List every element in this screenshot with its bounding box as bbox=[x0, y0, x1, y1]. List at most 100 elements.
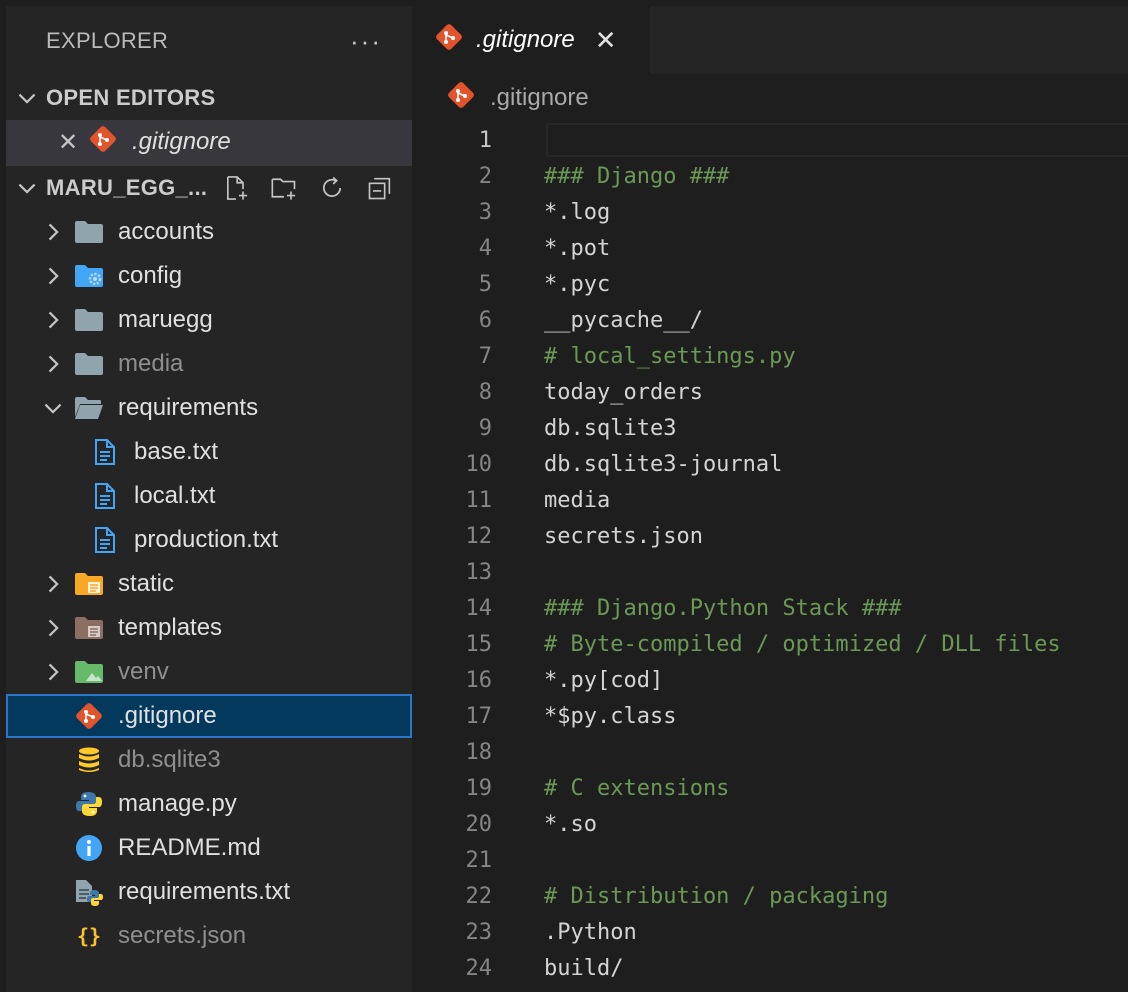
code-line[interactable]: 17 *$py.class bbox=[412, 698, 1128, 734]
tree-item-label: requirements.txt bbox=[118, 878, 291, 905]
chevron-down-icon[interactable] bbox=[42, 397, 64, 419]
chevron-right-icon[interactable] bbox=[42, 309, 64, 331]
current-line-highlight bbox=[546, 123, 1128, 157]
code-line[interactable]: 19 # C extensions bbox=[412, 770, 1128, 806]
chevron-down-icon bbox=[16, 76, 46, 120]
tree-folder-venv[interactable]: venv bbox=[6, 650, 412, 694]
code-line[interactable]: 13 bbox=[412, 554, 1128, 590]
tree-file-manage-py[interactable]: manage.py bbox=[6, 782, 412, 826]
project-header[interactable]: MARU_EGG_... bbox=[6, 166, 412, 210]
code-editor[interactable]: 1 2 ### Django ### 3 *.log 4 *.pot 5 *.pyc 6 __pyc… bbox=[412, 122, 1128, 992]
tree-file-production-txt[interactable]: production.txt bbox=[6, 518, 412, 562]
tree-item-label: templates bbox=[118, 614, 223, 641]
code-line[interactable]: 14 ### Django.Python Stack ### bbox=[412, 590, 1128, 626]
collapse-all-icon[interactable] bbox=[362, 170, 398, 206]
refresh-icon[interactable] bbox=[314, 170, 350, 206]
code-line[interactable]: 24 build/ bbox=[412, 950, 1128, 986]
new-folder-icon[interactable] bbox=[266, 170, 302, 206]
code-line[interactable]: 18 bbox=[412, 734, 1128, 770]
code-text: db.sqlite3 bbox=[544, 415, 677, 441]
tree-file-gitignore[interactable]: .gitignore bbox=[6, 694, 412, 738]
code-text: *.so bbox=[544, 811, 597, 837]
code-line[interactable]: 5 *.pyc bbox=[412, 266, 1128, 302]
tree-file-local-txt[interactable]: local.txt bbox=[6, 474, 412, 518]
line-number: 10 bbox=[465, 451, 493, 477]
code-line[interactable]: 6 __pycache__/ bbox=[412, 302, 1128, 338]
new-file-icon[interactable] bbox=[218, 170, 254, 206]
tree-file-readme-md[interactable]: README.md bbox=[6, 826, 412, 870]
tree-file-db-sqlite3[interactable]: db.sqlite3 bbox=[6, 738, 412, 782]
code-line[interactable]: 4 *.pot bbox=[412, 230, 1128, 266]
git-icon bbox=[434, 22, 464, 59]
code-line[interactable]: 8 today_orders bbox=[412, 374, 1128, 410]
editor-area: .gitignore ✕ .gitignore 1 2 ### Django ###… bbox=[412, 6, 1128, 992]
breadcrumb[interactable]: .gitignore bbox=[412, 74, 1128, 122]
line-number: 4 bbox=[478, 235, 492, 261]
line-number: 24 bbox=[465, 955, 493, 981]
tree-item-label: media bbox=[118, 350, 184, 377]
git-icon bbox=[88, 124, 118, 161]
code-line[interactable]: 10 db.sqlite3-journal bbox=[412, 446, 1128, 482]
open-editor-item[interactable]: ✕ .gitignore bbox=[6, 120, 412, 164]
text-file-icon bbox=[90, 482, 120, 510]
tree-file-base-txt[interactable]: base.txt bbox=[6, 430, 412, 474]
open-editors-header[interactable]: OPEN EDITORS bbox=[6, 76, 412, 120]
tree-item-label: .gitignore bbox=[118, 702, 217, 729]
code-line[interactable]: 20 *.so bbox=[412, 806, 1128, 842]
code-line[interactable]: 22 # Distribution / packaging bbox=[412, 878, 1128, 914]
info-icon bbox=[74, 834, 104, 862]
chevron-right-icon[interactable] bbox=[42, 353, 64, 375]
tree-file-secrets-json[interactable]: {} secrets.json bbox=[6, 914, 412, 958]
code-line[interactable]: 1 bbox=[412, 122, 1128, 158]
line-number: 7 bbox=[478, 343, 492, 369]
tree-folder-requirements[interactable]: requirements bbox=[6, 386, 412, 430]
tree-file-requirements-txt[interactable]: requirements.txt bbox=[6, 870, 412, 914]
code-line[interactable]: 12 secrets.json bbox=[412, 518, 1128, 554]
file-tree: accounts config maruegg media requirements ba… bbox=[6, 210, 412, 958]
line-number: 17 bbox=[465, 703, 493, 729]
json-icon: {} bbox=[74, 922, 104, 950]
chevron-right-icon[interactable] bbox=[42, 573, 64, 595]
code-line[interactable]: 16 *.py[cod] bbox=[412, 662, 1128, 698]
chevron-right-icon[interactable] bbox=[42, 661, 64, 683]
tree-folder-media[interactable]: media bbox=[6, 342, 412, 386]
code-line[interactable]: 15 # Byte-compiled / optimized / DLL file… bbox=[412, 626, 1128, 662]
tree-folder-templates[interactable]: templates bbox=[6, 606, 412, 650]
more-actions-icon[interactable]: ··· bbox=[350, 26, 382, 57]
code-comment: # Distribution / packaging bbox=[544, 883, 889, 909]
tree-item-label: requirements bbox=[118, 394, 259, 421]
code-line[interactable]: 2 ### Django ### bbox=[412, 158, 1128, 194]
line-number: 20 bbox=[465, 811, 493, 837]
code-comment: ### Django.Python Stack ### bbox=[544, 595, 902, 621]
close-icon[interactable]: ✕ bbox=[58, 128, 88, 157]
tree-folder-accounts[interactable]: accounts bbox=[6, 210, 412, 254]
code-text: *.pot bbox=[544, 235, 611, 261]
tree-folder-maruegg[interactable]: maruegg bbox=[6, 298, 412, 342]
code-line[interactable]: 9 db.sqlite3 bbox=[412, 410, 1128, 446]
line-number: 21 bbox=[465, 847, 493, 873]
line-number: 2 bbox=[478, 163, 492, 189]
folder-open-icon bbox=[74, 394, 104, 422]
explorer-title-bar: EXPLORER ··· bbox=[6, 6, 412, 76]
code-line[interactable]: 3 *.log bbox=[412, 194, 1128, 230]
code-comment: # C extensions bbox=[544, 775, 730, 801]
code-line[interactable]: 23 .Python bbox=[412, 914, 1128, 950]
chevron-right-icon[interactable] bbox=[42, 617, 64, 639]
line-number: 11 bbox=[465, 487, 493, 513]
line-number: 13 bbox=[465, 559, 493, 585]
static-folder-icon bbox=[74, 570, 104, 598]
text-file-icon bbox=[90, 438, 120, 466]
chevron-right-icon[interactable] bbox=[42, 221, 64, 243]
close-icon[interactable]: ✕ bbox=[595, 25, 617, 56]
code-line[interactable]: 11 media bbox=[412, 482, 1128, 518]
tree-folder-config[interactable]: config bbox=[6, 254, 412, 298]
folder-icon bbox=[74, 350, 104, 378]
code-line[interactable]: 7 # local_settings.py bbox=[412, 338, 1128, 374]
code-line[interactable]: 21 bbox=[412, 842, 1128, 878]
tab-gitignore[interactable]: .gitignore ✕ bbox=[412, 6, 650, 74]
templates-folder-icon bbox=[74, 614, 104, 642]
tree-folder-static[interactable]: static bbox=[6, 562, 412, 606]
chevron-right-icon[interactable] bbox=[42, 265, 64, 287]
python-icon bbox=[74, 790, 104, 818]
code-line[interactable]: 25develop-eggs/ bbox=[412, 986, 1128, 992]
